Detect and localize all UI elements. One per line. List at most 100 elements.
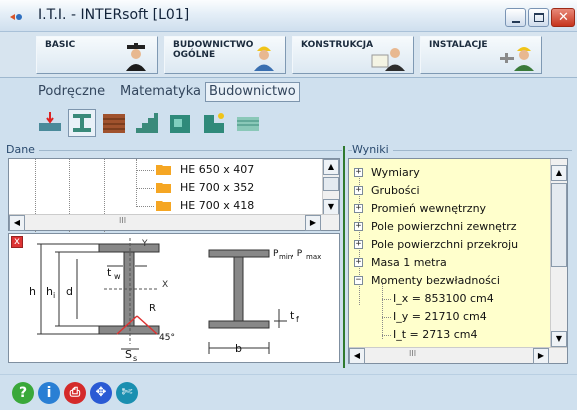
tree-node-label: Momenty bezwładności <box>371 274 500 287</box>
scroll-up-button[interactable]: ▲ <box>323 159 339 175</box>
tree-leaf[interactable]: I_x = 853100 cm4 <box>349 290 549 308</box>
module-instalacje-button[interactable]: INSTALACJE <box>420 36 542 74</box>
tree-node-label: Grubości <box>371 184 420 197</box>
axis-y-label: Y <box>141 239 148 249</box>
list-horizontal-scrollbar[interactable]: ◀ III ▶ <box>9 214 339 231</box>
axis-x-label: X <box>162 280 168 290</box>
width-b-label: b <box>235 342 242 355</box>
beam-load-icon[interactable] <box>36 109 64 137</box>
expand-icon[interactable]: + <box>354 204 363 213</box>
scroll-left-button[interactable]: ◀ <box>349 348 365 364</box>
print-icon[interactable]: ⎙ <box>64 382 86 404</box>
list-item[interactable]: HE 650 x 407 <box>9 161 325 179</box>
scroll-down-button[interactable]: ▼ <box>551 331 567 347</box>
tree-node[interactable]: + Pole powierzchni zewnętrz <box>349 218 549 236</box>
corner-icon[interactable] <box>200 109 228 137</box>
tools-icon[interactable]: ✄ <box>116 382 138 404</box>
module-basic-button[interactable]: BASIC <box>36 36 158 74</box>
tree-connector <box>136 188 154 189</box>
help-icon[interactable]: ? <box>12 382 34 404</box>
tree-node[interactable]: + Wymiary <box>349 164 549 182</box>
move-icon[interactable]: ✥ <box>90 382 112 404</box>
module-budownictwo-label: BUDOWNICTWO OGÓLNE <box>173 40 254 60</box>
tab-matematyka[interactable]: Matematyka <box>120 84 201 99</box>
web-thickness-subscript: w <box>114 272 121 281</box>
height-h-label: h <box>29 285 36 298</box>
results-tree[interactable]: + Wymiary + Grubości + Promień wewnętrzn… <box>348 158 568 364</box>
insulation-icon[interactable] <box>234 109 262 137</box>
module-instalacje-label: INSTALACJE <box>429 40 488 50</box>
expand-icon[interactable]: + <box>354 186 363 195</box>
pmax-label: , P <box>291 249 303 259</box>
bricks-icon[interactable] <box>100 109 128 137</box>
tree-node[interactable]: + Promień wewnętrzny <box>349 200 549 218</box>
list-item[interactable]: HE 700 x 352 <box>9 179 325 197</box>
stairs-icon[interactable] <box>132 109 160 137</box>
tree-leaf[interactable]: I_y = 21710 cm4 <box>349 308 549 326</box>
expand-icon[interactable]: + <box>354 240 363 249</box>
collapse-icon[interactable]: − <box>354 276 363 285</box>
scroll-grip[interactable]: III <box>119 216 126 225</box>
tree-node-label: Wymiary <box>371 166 420 179</box>
flange-thickness-subscript: f <box>296 315 299 324</box>
list-vertical-scrollbar[interactable]: ▲ ▼ <box>322 159 339 215</box>
panel-splitter[interactable] <box>343 146 345 368</box>
module-budownictwo-button[interactable]: BUDOWNICTWO OGÓLNE <box>164 36 286 74</box>
scroll-right-button[interactable]: ▶ <box>533 348 549 364</box>
folder-icon <box>156 201 171 211</box>
scroll-up-button[interactable]: ▲ <box>551 165 567 181</box>
info-icon[interactable]: i <box>38 382 60 404</box>
tab-podreczne[interactable]: Podręczne <box>38 84 105 99</box>
scroll-thumb[interactable] <box>551 183 567 267</box>
scroll-right-button[interactable]: ▶ <box>305 215 321 231</box>
tree-node[interactable]: − Momenty bezwładności <box>349 272 549 290</box>
tree-node[interactable]: + Pole powierzchni przekroju <box>349 236 549 254</box>
tree-leaf-label: I_t = 2713 cm4 <box>393 328 478 341</box>
tree-connector <box>382 299 391 300</box>
i-beam-profile-button[interactable] <box>68 109 96 137</box>
tree-connector <box>136 206 154 207</box>
scroll-grip[interactable]: III <box>409 349 416 358</box>
list-item-label: HE 700 x 418 <box>180 199 255 212</box>
ss-label: S <box>125 348 132 361</box>
list-item[interactable]: HE 700 x 418 <box>9 197 325 215</box>
maximize-button[interactable] <box>528 8 549 27</box>
flange-thickness-label: t <box>290 309 295 322</box>
height-hi-label: h <box>46 285 53 298</box>
i-beam-diagram: Y X h h i d t w R 45° S s b t f P min , … <box>29 238 321 362</box>
category-tabs: Podręczne Matematyka Budownictwo <box>0 78 577 106</box>
tree-leaf-label: I_x = 853100 cm4 <box>393 292 494 305</box>
folder-icon <box>156 165 171 175</box>
plumber-icon <box>500 47 534 71</box>
module-bar: BASIC BUDOWNICTWO OGÓLNE KONSTRUKCJA INS… <box>0 32 577 78</box>
module-konstrukcja-button[interactable]: KONSTRUKCJA <box>292 36 414 74</box>
scroll-thumb[interactable] <box>323 177 339 191</box>
close-button[interactable]: ✕ <box>551 8 575 27</box>
scroll-down-button[interactable]: ▼ <box>323 199 339 215</box>
results-vertical-scrollbar[interactable]: ▲ ▼ <box>550 159 567 348</box>
wall-icon[interactable] <box>166 109 194 137</box>
bottom-toolbar: ? i ⎙ ✥ ✄ <box>0 374 577 410</box>
scroll-left-button[interactable]: ◀ <box>9 215 25 231</box>
height-hi-subscript: i <box>53 291 55 300</box>
engineer-blueprint-icon <box>371 48 405 71</box>
radius-label: R <box>149 303 156 314</box>
expand-icon[interactable]: + <box>354 222 363 231</box>
tree-leaf-label: I_y = 21710 cm4 <box>393 310 487 323</box>
tree-connector <box>382 335 391 336</box>
tree-node[interactable]: + Grubości <box>349 182 549 200</box>
minimize-button[interactable] <box>505 8 526 27</box>
tab-budownictwo[interactable]: Budownictwo <box>205 82 300 102</box>
app-logo-icon <box>10 14 22 20</box>
profile-list[interactable]: HE 650 x 407 HE 700 x 352 HE 700 x 418 ▲… <box>8 158 340 232</box>
expand-icon[interactable]: + <box>354 168 363 177</box>
title-bar: I.T.I. - INTERsoft [L01] ✕ <box>0 0 577 32</box>
results-horizontal-scrollbar[interactable]: ◀ III ▶ <box>349 347 567 364</box>
tool-bar <box>0 106 577 142</box>
tree-leaf[interactable]: I_t = 2713 cm4 <box>349 326 549 344</box>
tree-connector <box>382 317 391 318</box>
tree-node[interactable]: + Masa 1 metra <box>349 254 549 272</box>
section-drawing: x Y X h h i d t w R 45° S s b t f P min … <box>8 233 340 363</box>
close-icon: ✕ <box>558 10 569 25</box>
expand-icon[interactable]: + <box>354 258 363 267</box>
